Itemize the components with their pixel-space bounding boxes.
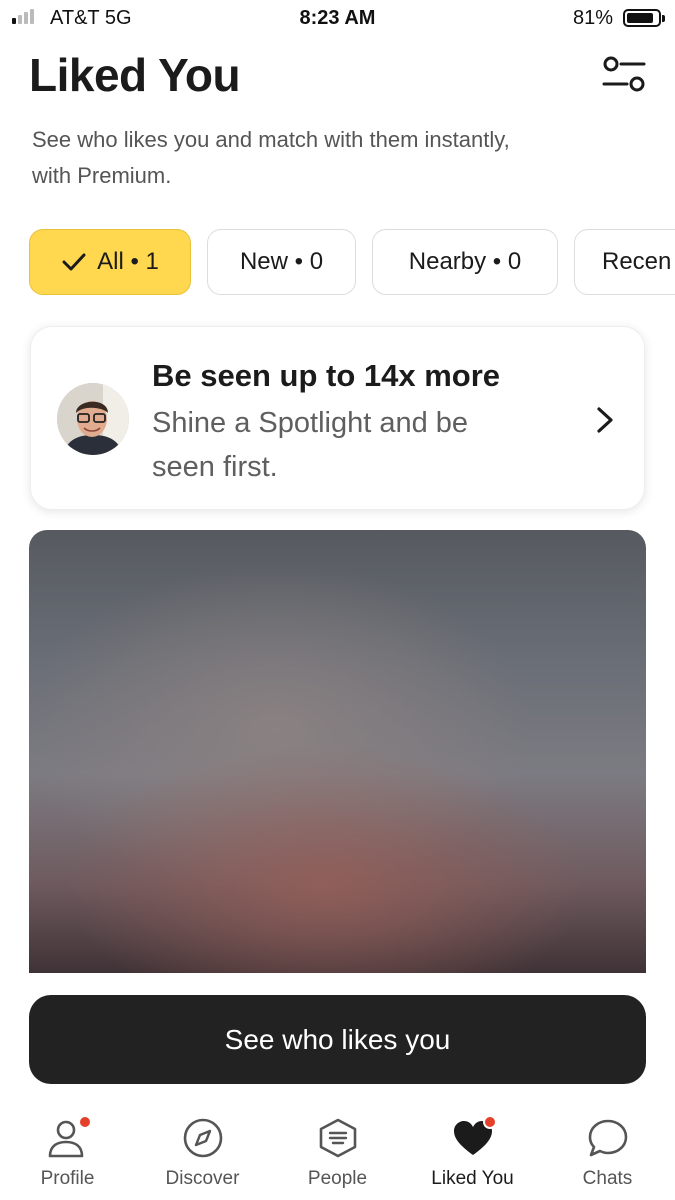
filter-chips: All • 1 New • 0 Nearby • 0 Recen [29, 229, 675, 297]
chip-all[interactable]: All • 1 [29, 229, 191, 295]
filter-settings-button[interactable] [598, 54, 650, 98]
notification-badge [483, 1115, 497, 1129]
tab-profile-label: Profile [40, 1168, 95, 1189]
tab-profile[interactable]: Profile [0, 1112, 135, 1200]
avatar [57, 383, 129, 455]
spotlight-description: Shine a Spotlight and be seen first. [152, 407, 469, 483]
filter-sliders-icon [602, 56, 646, 92]
tab-liked-you-label: Liked You [431, 1168, 514, 1189]
chip-nearby[interactable]: Nearby • 0 [372, 229, 558, 295]
tab-bar: Profile Discover People Liked You Chats [0, 1100, 675, 1200]
battery-percentage: 81% [572, 7, 613, 29]
page-title: Liked You [29, 49, 241, 101]
tab-discover[interactable]: Discover [135, 1112, 270, 1200]
spotlight-card[interactable]: Be seen up to 14x more Shine a Spotlight… [30, 326, 645, 510]
chevron-right-icon [597, 407, 613, 433]
chip-new[interactable]: New • 0 [207, 229, 356, 295]
tab-people[interactable]: People [270, 1112, 405, 1200]
tab-chats[interactable]: Chats [540, 1112, 675, 1200]
chip-new-label: New • 0 [239, 248, 324, 275]
checkmark-icon [62, 253, 86, 271]
see-who-likes-you-button[interactable]: See who likes you [29, 995, 646, 1084]
spotlight-title: Be seen up to 14x more [152, 358, 501, 393]
chat-bubble-icon [588, 1119, 628, 1157]
tab-liked-you[interactable]: Liked You [405, 1112, 540, 1200]
tab-people-label: People [307, 1168, 368, 1189]
notification-badge [78, 1115, 92, 1129]
tab-discover-label: Discover [165, 1168, 240, 1189]
compass-icon [183, 1118, 223, 1158]
page-subtitle: See who likes you and match with them in… [32, 127, 510, 188]
hexagon-list-icon [319, 1118, 357, 1158]
chip-recent[interactable]: Recen [574, 229, 675, 295]
chip-recent-label: Recen [602, 248, 672, 275]
chip-nearby-label: Nearby • 0 [408, 248, 522, 275]
chip-all-label: All • 1 [97, 248, 159, 275]
blurred-profile-photo[interactable] [29, 530, 646, 973]
tab-chats-label: Chats [582, 1168, 633, 1189]
status-bar: AT&T 5G 8:23 AM 81% [0, 0, 675, 38]
battery-icon [623, 9, 665, 27]
